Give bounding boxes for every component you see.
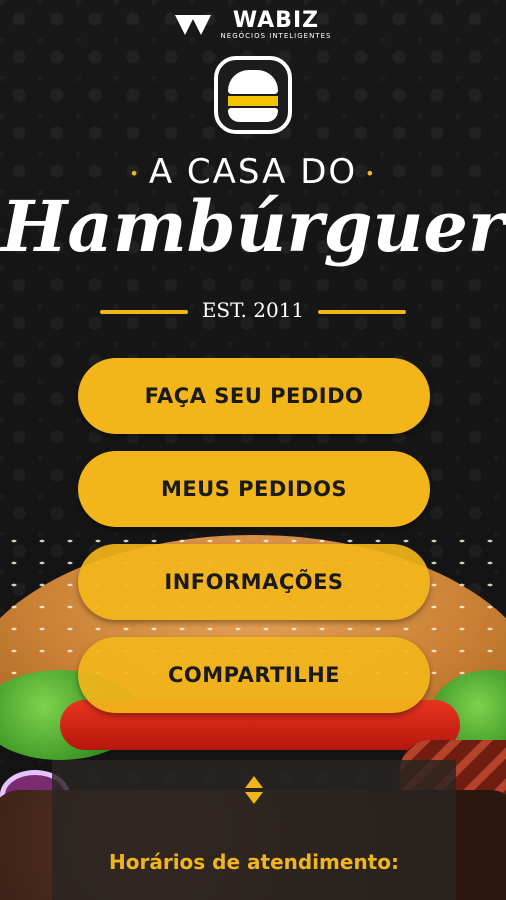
share-button[interactable]: COMPARTILHE <box>78 637 430 713</box>
brand-name: WABIZ <box>232 8 320 33</box>
my-orders-button[interactable]: MEUS PEDIDOS <box>78 451 430 527</box>
main-menu: FAÇA SEU PEDIDO MEUS PEDIDOS INFORMAÇÕES… <box>78 358 430 730</box>
burger-badge-icon <box>214 56 292 134</box>
expand-arrows-icon[interactable] <box>245 776 263 806</box>
wabiz-brand: WABIZ NEGÓCIOS INTELIGENTES <box>0 10 506 41</box>
info-button[interactable]: INFORMAÇÕES <box>78 544 430 620</box>
brand-tagline: NEGÓCIOS INTELIGENTES <box>220 32 332 40</box>
hours-title: Horários de atendimento: <box>109 850 399 874</box>
wabiz-logo-icon <box>174 13 215 37</box>
logo-line2: Hambúrguer <box>1 185 505 268</box>
hours-panel[interactable]: Horários de atendimento: <box>52 760 456 900</box>
established-text: EST. 2011 <box>201 298 305 322</box>
established-line: EST. 2011 <box>0 298 506 322</box>
order-button[interactable]: FAÇA SEU PEDIDO <box>78 358 430 434</box>
